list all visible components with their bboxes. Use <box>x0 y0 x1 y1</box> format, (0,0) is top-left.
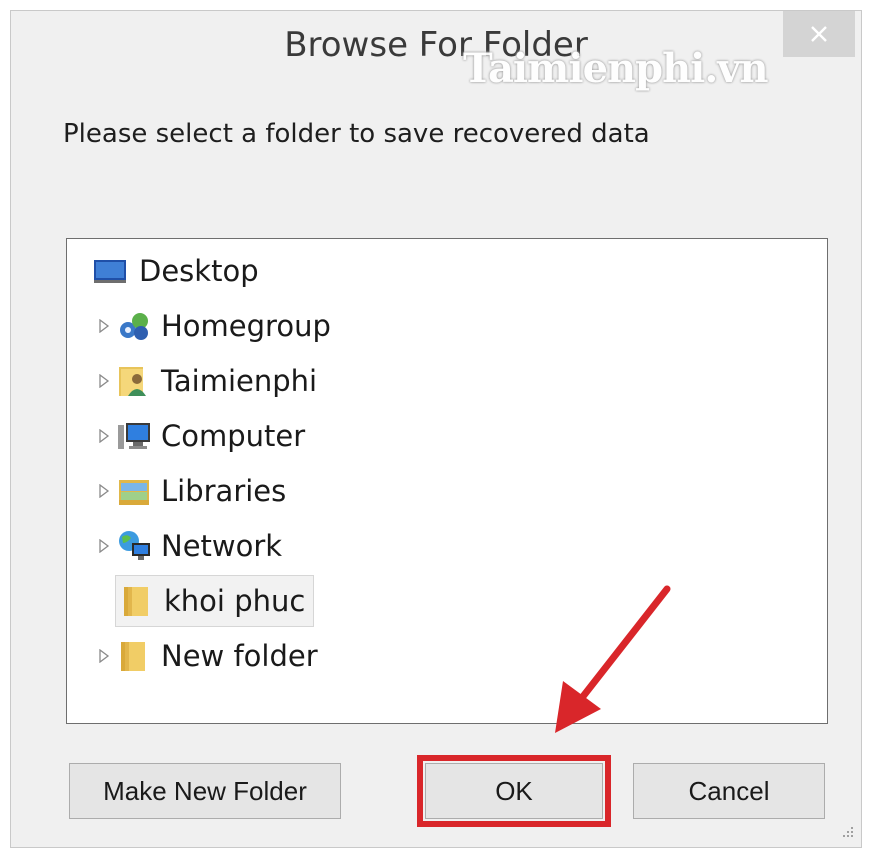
tree-item-label: Computer <box>161 419 306 453</box>
close-icon <box>811 26 827 42</box>
tree-item-label: khoi phuc <box>164 584 306 618</box>
user-folder-icon <box>119 367 146 396</box>
browse-for-folder-dialog: Browse For Folder Taimienphi.vn Please s… <box>10 10 862 848</box>
folder-icon <box>124 587 148 616</box>
tree-item-khoi-phuc[interactable]: khoi phuc <box>115 575 315 627</box>
expand-arrow-icon[interactable] <box>95 537 113 555</box>
tree-item-label: Taimienphi <box>161 364 318 398</box>
tree-item-new-folder[interactable]: New folder <box>95 630 318 682</box>
tree-item-label: Network <box>161 529 283 563</box>
tree-item-computer[interactable]: Computer <box>95 410 305 462</box>
resize-grip-icon[interactable] <box>839 825 855 841</box>
libraries-icon <box>119 480 149 505</box>
ok-highlight-box <box>417 755 611 827</box>
tree-item-libraries[interactable]: Libraries <box>95 465 286 517</box>
watermark: Taimienphi.vn <box>463 45 769 92</box>
tree-item-network[interactable]: Network <box>95 520 282 572</box>
network-icon <box>119 531 150 560</box>
expand-arrow-icon[interactable] <box>95 647 113 665</box>
cancel-button[interactable]: Cancel <box>633 763 825 819</box>
tree-item-label: Libraries <box>161 474 287 508</box>
red-arrow-annotation <box>555 585 671 733</box>
expand-arrow-icon[interactable] <box>95 482 113 500</box>
expand-arrow-icon[interactable] <box>95 317 113 335</box>
computer-icon <box>118 423 150 449</box>
expand-arrow-icon[interactable] <box>95 372 113 390</box>
tree-item-taimienphi[interactable]: Taimienphi <box>95 355 317 407</box>
folder-icon <box>121 642 145 671</box>
tree-item-label: Desktop <box>139 254 259 288</box>
homegroup-icon <box>120 313 148 340</box>
tree-item-label: New folder <box>161 639 318 673</box>
title-bar[interactable]: Browse For Folder Taimienphi.vn <box>11 11 861 92</box>
make-new-folder-button[interactable]: Make New Folder <box>69 763 341 819</box>
folder-tree[interactable]: Desktop Homegroup Taimienphi Computer Li… <box>66 238 828 724</box>
desktop-icon <box>94 260 126 283</box>
close-button[interactable] <box>783 11 855 57</box>
tree-item-desktop[interactable]: Desktop <box>93 245 259 297</box>
tree-item-homegroup[interactable]: Homegroup <box>95 300 331 352</box>
prompt-text: Please select a folder to save recovered… <box>63 119 650 149</box>
tree-item-label: Homegroup <box>161 309 331 343</box>
expand-arrow-icon[interactable] <box>95 427 113 445</box>
